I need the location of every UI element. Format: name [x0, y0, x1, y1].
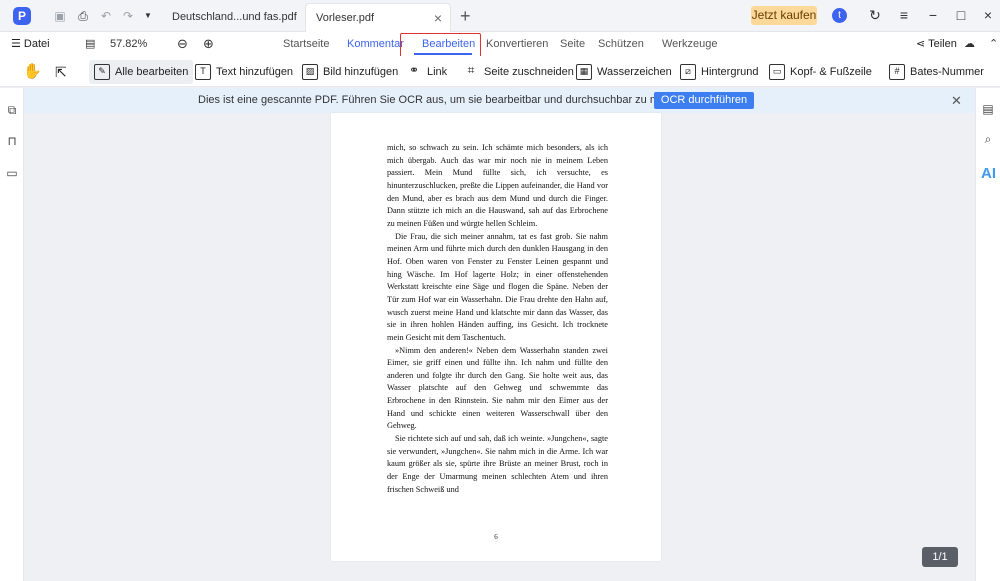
tab-konvertieren[interactable]: Konvertieren: [486, 32, 548, 56]
tab-kommentar[interactable]: Kommentar: [347, 32, 404, 56]
header-footer-icon: ▭: [769, 64, 785, 81]
tool-label: Kopf- & Fußzeile: [790, 66, 872, 78]
search-icon[interactable]: ⌕: [981, 132, 995, 146]
crop-icon: ⌗: [467, 63, 475, 78]
tab-label: Vorleser.pdf: [316, 12, 375, 24]
tab-seite[interactable]: Seite: [560, 32, 585, 56]
paragraph: »Nimm den anderen!« Neben dem Wasserhahn…: [387, 345, 608, 431]
hand-tool-icon[interactable]: ✋: [23, 60, 42, 84]
run-ocr-button[interactable]: OCR durchführen: [654, 92, 754, 109]
page-text: mich, so schwach zu sein. Ich schämte mi…: [387, 142, 608, 496]
right-sidebar: ▤ ⌕: [975, 88, 1000, 581]
tab-werkzeuge[interactable]: Werkzeuge: [662, 32, 717, 56]
paragraph: Die Frau, die sich meiner annahm, tat es…: [387, 231, 608, 342]
collapse-icon[interactable]: ⌃: [989, 32, 998, 56]
tab-document-1[interactable]: Deutschland...und fas.pdf: [162, 3, 302, 32]
tool-label: Wasserzeichen: [597, 66, 672, 78]
title-bar: P ▣ ⎙ ↶ ↷ ▼ Deutschland...und fas.pdf Vo…: [0, 0, 1000, 32]
tab-schuetzen[interactable]: Schützen: [598, 32, 644, 56]
zoom-out-icon[interactable]: ⊖: [177, 32, 188, 56]
ai-assistant-icon[interactable]: AI: [981, 165, 996, 182]
tab-label: Deutschland...und fas.pdf: [172, 11, 297, 23]
tab-close-icon[interactable]: ×: [434, 4, 442, 33]
bookmark-icon[interactable]: ⊓: [5, 134, 19, 148]
paragraph: mich, so schwach zu sein. Ich schämte mi…: [387, 143, 608, 228]
tool-label: Bild hinzufügen: [323, 66, 399, 78]
tab-startseite[interactable]: Startseite: [283, 32, 329, 56]
dropdown-icon[interactable]: ▼: [140, 8, 156, 24]
bates-number-button[interactable]: # Bates-Nummer: [889, 60, 984, 84]
left-sidebar: ⧉ ⊓ ▭: [0, 88, 24, 581]
edit-all-button[interactable]: ✎ Alle bearbeiten: [89, 60, 194, 84]
add-image-button[interactable]: ▨ Bild hinzufügen: [302, 60, 398, 84]
highlight-box: [400, 33, 481, 58]
tool-label: Link: [427, 66, 448, 78]
share-label: Teilen: [928, 38, 957, 50]
watermark-icon: ▦: [576, 64, 592, 81]
tool-label: Seite zuschneiden: [484, 66, 574, 78]
share-button[interactable]: ⋖ Teilen: [916, 32, 957, 56]
edit-toolbar: ✋ ⇱ ✎ Alle bearbeiten T Text hinzufügen ▨ B…: [0, 56, 1000, 87]
zoom-in-icon[interactable]: ⊕: [203, 32, 214, 56]
link-button[interactable]: ⚭ Link: [406, 60, 447, 84]
page-indicator[interactable]: 1/1: [922, 547, 958, 567]
save-icon[interactable]: ▣: [52, 8, 68, 24]
undo-icon[interactable]: ↶: [98, 8, 114, 24]
menu-bar: ☰ Datei ▤ 57.82% ⊖ ⊕ Startseite Kommenta…: [0, 32, 1000, 56]
bates-icon: #: [889, 64, 905, 81]
redo-icon[interactable]: ↷: [120, 8, 136, 24]
user-avatar[interactable]: t: [832, 8, 847, 23]
refresh-icon[interactable]: ↻: [866, 6, 884, 24]
ocr-banner: Dies ist eine gescannte PDF. Führen Sie …: [0, 88, 1000, 113]
buy-now-button[interactable]: Jetzt kaufen: [751, 6, 817, 25]
tool-label: Text hinzufügen: [216, 66, 294, 78]
page-view-icon[interactable]: ▤: [85, 32, 95, 56]
cloud-icon[interactable]: ☁: [964, 32, 975, 56]
comment-icon[interactable]: ▭: [5, 166, 19, 180]
app-logo-icon[interactable]: P: [13, 7, 31, 25]
window-close-icon[interactable]: ×: [979, 6, 997, 24]
page-number: 6: [494, 533, 498, 541]
edit-icon: ✎: [94, 64, 110, 81]
thumbnails-icon[interactable]: ⧉: [5, 103, 19, 117]
image-icon: ▨: [302, 64, 318, 81]
document-page: mich, so schwach zu sein. Ich schämte mi…: [331, 113, 661, 561]
paragraph: Sie richtete sich auf und sah, daß ich w…: [387, 434, 608, 494]
tab-document-2[interactable]: Vorleser.pdf ×: [305, 3, 451, 32]
new-tab-plus-icon[interactable]: +: [460, 6, 471, 26]
file-menu[interactable]: ☰ Datei: [11, 32, 50, 56]
maximize-icon[interactable]: □: [952, 6, 970, 24]
add-text-button[interactable]: T Text hinzufügen: [195, 60, 293, 84]
select-tool-icon[interactable]: ⇱: [55, 60, 67, 84]
link-icon: ⚭: [408, 63, 420, 78]
menu-icon[interactable]: ≡: [895, 6, 913, 24]
header-footer-button[interactable]: ▭ Kopf- & Fußzeile: [769, 60, 872, 84]
close-banner-icon[interactable]: ✕: [951, 88, 962, 113]
print-icon[interactable]: ⎙: [75, 8, 91, 24]
crop-page-button[interactable]: ⌗ Seite zuschneiden: [463, 60, 574, 84]
tool-label: Alle bearbeiten: [115, 66, 189, 78]
ocr-message: Dies ist eine gescannte PDF. Führen Sie …: [198, 94, 693, 106]
text-icon: T: [195, 64, 211, 81]
tool-label: Hintergrund: [701, 66, 759, 78]
minimize-icon[interactable]: −: [924, 6, 942, 24]
watermark-button[interactable]: ▦ Wasserzeichen: [576, 60, 672, 84]
file-label: Datei: [23, 38, 50, 50]
background-icon: ⧄: [680, 64, 696, 81]
background-button[interactable]: ⧄ Hintergrund: [680, 60, 758, 84]
properties-icon[interactable]: ▤: [981, 102, 995, 116]
zoom-level[interactable]: 57.82%: [110, 32, 147, 56]
tool-label: Bates-Nummer: [910, 66, 984, 78]
